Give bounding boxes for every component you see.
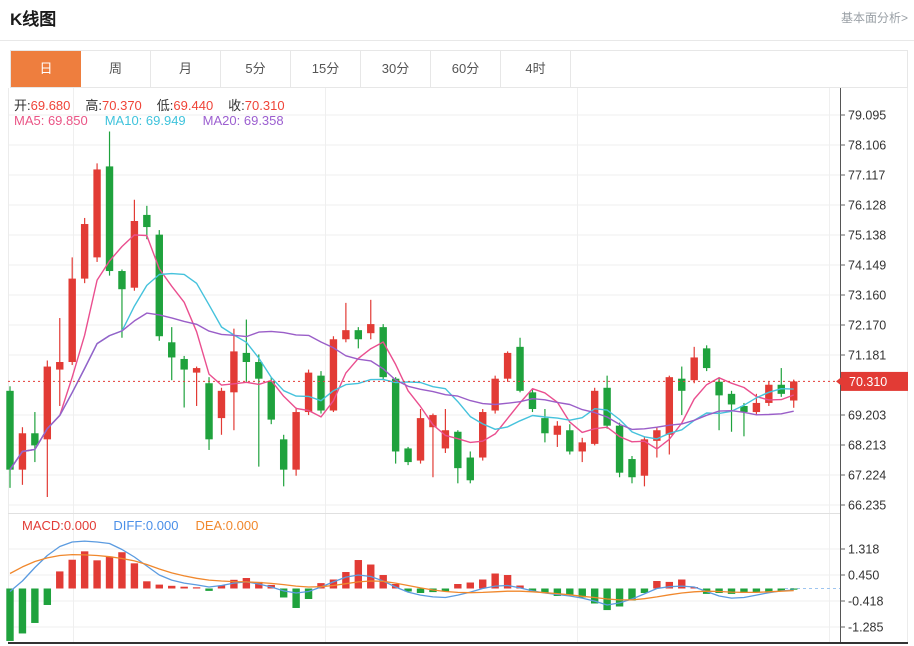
ohlc-legend: 开:69.680 高:70.370 低:69.440 收:70.310 <box>14 95 285 114</box>
ma20-line <box>10 313 794 470</box>
current-price-badge: 70.310 <box>836 372 908 391</box>
svg-text:67.224: 67.224 <box>848 468 886 482</box>
svg-text:-1.285: -1.285 <box>848 621 883 635</box>
close-label: 收: <box>228 98 245 113</box>
macd-legend: MACD:0.000 DIFF:0.000 DEA:0.000 <box>22 518 258 533</box>
diff-line <box>10 541 794 605</box>
chart-frame <box>8 88 908 643</box>
svg-text:79.095: 79.095 <box>848 109 886 123</box>
svg-text:66.235: 66.235 <box>848 498 886 512</box>
svg-text:76.128: 76.128 <box>848 198 886 212</box>
high-value: 70.370 <box>102 98 142 113</box>
svg-text:73.160: 73.160 <box>848 288 886 302</box>
svg-text:70.310: 70.310 <box>849 375 887 389</box>
svg-text:78.106: 78.106 <box>848 138 886 152</box>
open-label: 开: <box>14 98 31 113</box>
svg-text:77.117: 77.117 <box>848 168 885 182</box>
ma20-value: MA20: 69.358 <box>203 113 284 128</box>
dea-line <box>10 555 794 600</box>
svg-text:0.450: 0.450 <box>848 569 879 583</box>
macd-value: MACD:0.000 <box>22 518 96 533</box>
kline-widget: K线图 基本面分析> 日 周 月 5分 15分 30分 60分 4时 70.31… <box>0 0 914 646</box>
ma5-line <box>10 235 794 470</box>
high-label: 高: <box>85 98 102 113</box>
low-value: 69.440 <box>173 98 213 113</box>
svg-text:-0.418: -0.418 <box>848 595 883 609</box>
ma-legend: MA5: 69.850 MA10: 69.949 MA20: 69.358 <box>14 113 284 128</box>
close-value: 70.310 <box>245 98 285 113</box>
svg-text:1.318: 1.318 <box>848 542 879 556</box>
svg-text:69.203: 69.203 <box>848 408 886 422</box>
diff-value: DIFF:0.000 <box>113 518 178 533</box>
dea-value: DEA:0.000 <box>195 518 258 533</box>
svg-text:75.138: 75.138 <box>848 228 886 242</box>
price-axis-labels: 79.095 78.106 77.117 76.128 75.138 74.149 73.1… <box>840 109 886 635</box>
svg-text:72.170: 72.170 <box>848 319 886 333</box>
svg-text:71.181: 71.181 <box>848 348 886 362</box>
ma10-line <box>10 274 794 470</box>
open-value: 69.680 <box>31 98 71 113</box>
svg-text:68.213: 68.213 <box>848 439 886 453</box>
svg-text:74.149: 74.149 <box>848 258 886 272</box>
ma5-value: MA5: 69.850 <box>14 113 88 128</box>
ma10-value: MA10: 69.949 <box>105 113 186 128</box>
grid-lines <box>8 88 840 643</box>
low-label: 低: <box>157 98 174 113</box>
candles <box>6 132 797 497</box>
